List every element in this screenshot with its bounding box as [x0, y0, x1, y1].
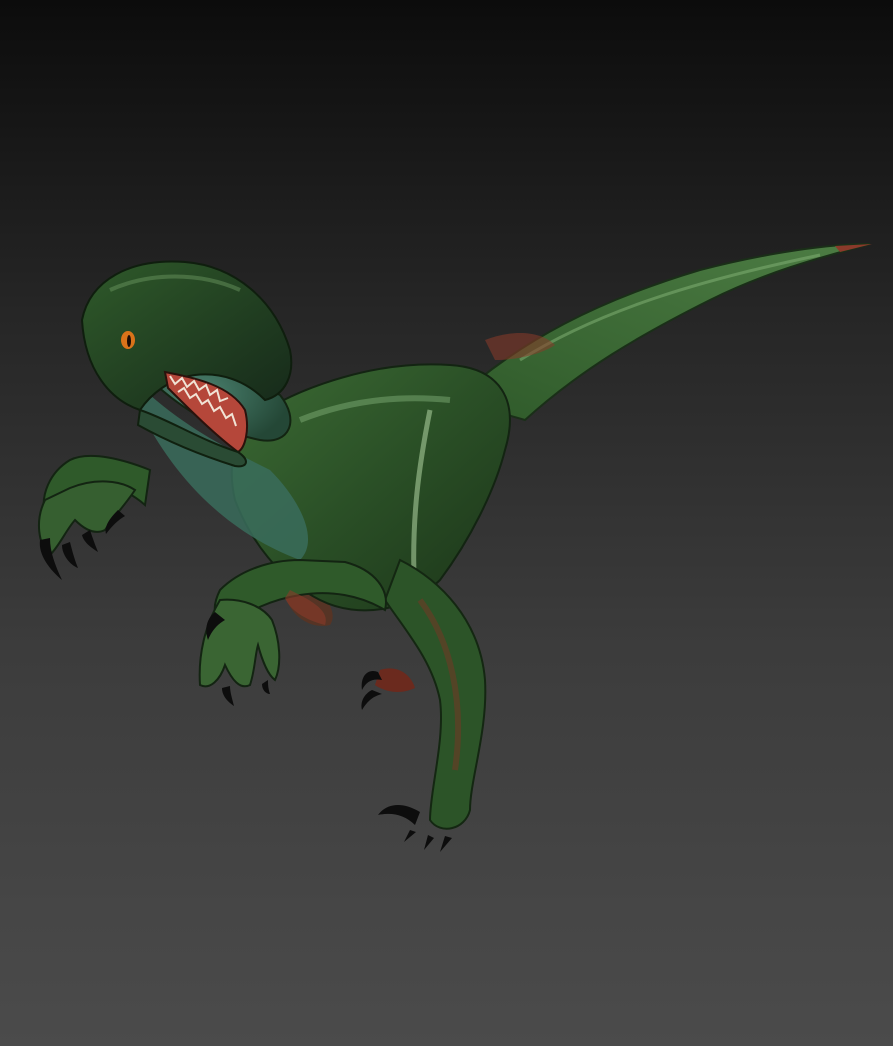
- model-layer[interactable]: [0, 0, 893, 1046]
- hidden-foot: [375, 668, 415, 692]
- left-claw-2: [62, 542, 78, 568]
- right-claw-2: [262, 680, 270, 694]
- hidden-toe-claw: [361, 690, 382, 710]
- left-claw-3: [82, 530, 98, 552]
- right-hand: [198, 598, 281, 688]
- raptor-tail: [453, 243, 871, 422]
- raptor-pupil: [127, 335, 131, 347]
- rear-sickle-claw: [378, 804, 420, 825]
- right-claw-1: [222, 686, 234, 706]
- rear-toe-claw-3: [404, 830, 416, 842]
- rear-toe-claw-2: [440, 836, 452, 852]
- rear-toe-claw-1: [424, 835, 434, 850]
- rear-leg: [383, 558, 487, 830]
- 3d-viewport[interactable]: [0, 0, 893, 1046]
- raptor-model[interactable]: [0, 0, 893, 1046]
